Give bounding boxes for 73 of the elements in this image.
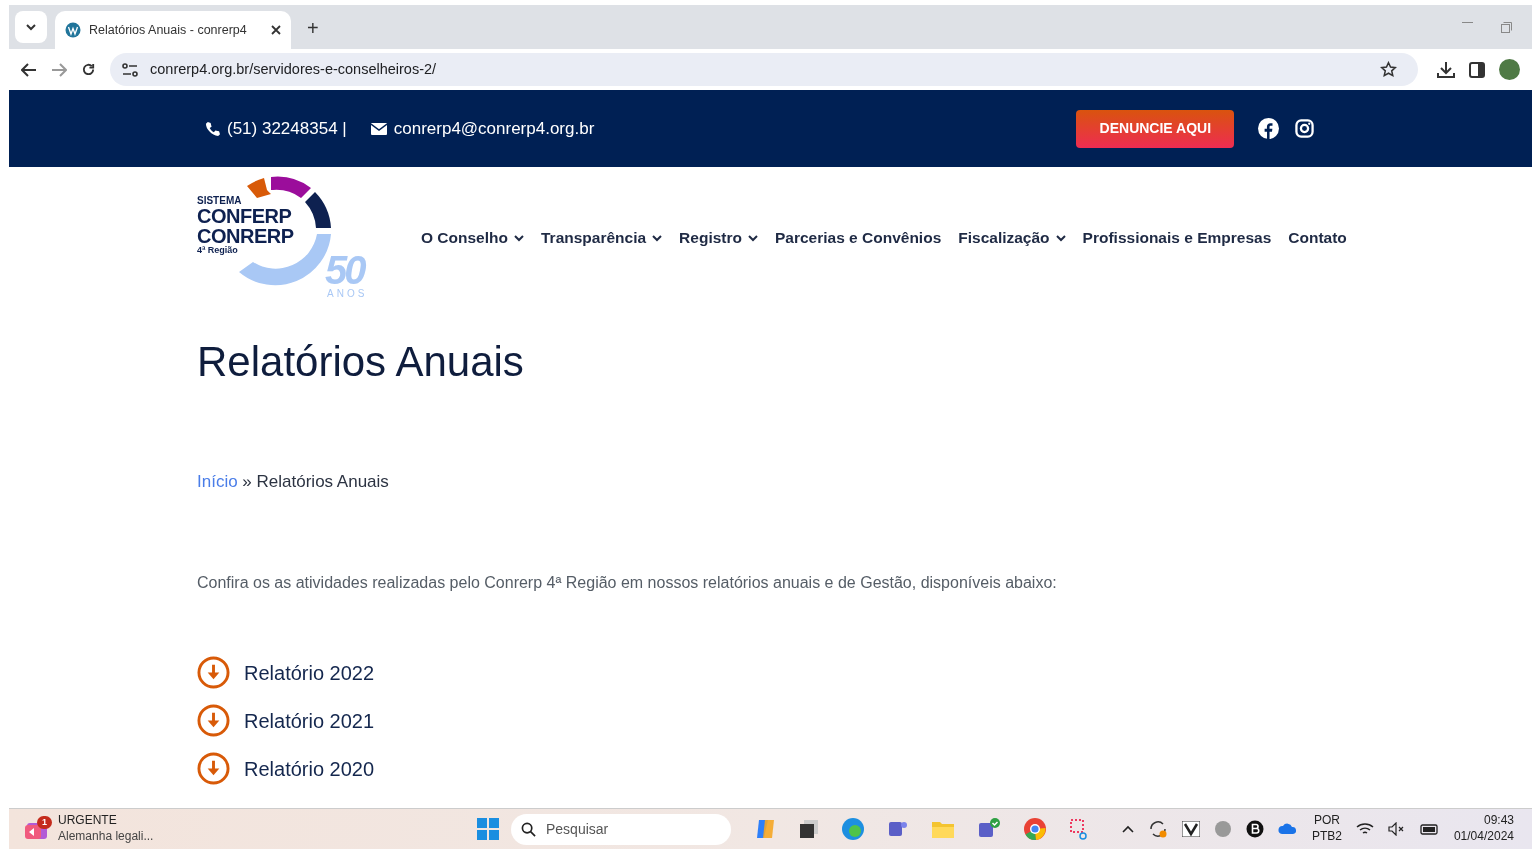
nav-menu-item[interactable]: Profissionais e Empresas [1082,226,1272,250]
page-title: Relatórios Anuais [197,337,525,387]
profile-avatar[interactable] [1499,59,1520,80]
site-settings-icon [122,62,138,77]
report-download-link[interactable]: Relatório 2020 [197,744,1532,793]
url-text: conrerp4.org.br/servidores-e-conselheiros-2/ [150,59,437,79]
logo-kicker: SISTEMA [197,196,243,206]
news-summary: Alemanha legali... [58,829,154,845]
cloud-sync-icon[interactable] [1277,821,1298,837]
close-icon[interactable] [271,25,281,35]
chevron-down-icon [514,234,524,242]
chrome-icon[interactable] [1023,817,1047,841]
nav-menu-item[interactable]: O Conselho [421,226,524,250]
nav-menu-item[interactable]: Contato [1288,226,1347,250]
facebook-icon[interactable] [1258,118,1280,139]
envelope-icon [370,122,387,135]
news-widget[interactable]: 1 URGENTE Alemanha legali... [9,813,477,845]
logo-wordmark: CONFERP [197,206,293,226]
instagram-icon[interactable] [1295,119,1315,138]
address-bar[interactable]: conrerp4.org.br/servidores-e-conselheiros-2/ [110,53,1418,86]
logo-wordmark: CONRERP [197,226,294,246]
browser-tab[interactable]: Relatórios Anuais - conrerp4 [55,11,291,49]
phone-icon [205,121,220,136]
side-panel-icon[interactable] [1469,61,1485,78]
chevron-down-icon [26,23,36,31]
sync-icon[interactable] [1147,819,1168,839]
chevron-down-icon [747,234,758,242]
wordpress-icon [65,22,81,38]
nav-menu-item[interactable]: Transparência [541,226,663,250]
windows-start-icon[interactable] [477,818,499,840]
download-circle-icon [197,752,230,786]
reload-icon[interactable] [81,62,96,77]
chevron-down-icon [652,234,663,242]
breadcrumb-separator: » [241,472,253,492]
battery-icon[interactable] [1419,822,1440,836]
v-app-icon[interactable] [1181,821,1200,837]
search-icon [521,821,536,837]
forward-arrow-icon[interactable] [51,62,67,77]
breadcrumb-home-link[interactable]: Início [197,472,238,492]
news-headline: URGENTE [58,813,118,829]
minimize-icon[interactable] [1462,21,1473,24]
star-icon[interactable] [1380,61,1397,78]
chevron-down-icon [1055,234,1066,242]
download-circle-icon [197,704,230,738]
logo-anniversary-label: ANOS [327,289,368,299]
conferp-conrerp-logo[interactable]: SISTEMA CONFERP CONRERP 4ª Região 50 ANOS [197,170,385,306]
keyboard-language-indicator[interactable]: POR PTB2 [1311,813,1342,845]
nav-menu-item[interactable]: Parcerias e Convênios [774,226,942,250]
tab-list-button[interactable] [15,11,47,43]
logo-region: 4ª Região [197,246,239,255]
report-download-link[interactable]: Relatório 2022 [197,648,1532,697]
wifi-icon[interactable] [1355,822,1374,836]
new-tab-button[interactable]: + [299,13,327,43]
download-circle-icon [197,656,230,690]
taskbar-search-field[interactable]: Pesquisar [511,813,731,845]
nav-menu-item[interactable]: Registro [679,226,758,250]
report-button[interactable]: DENUNCIE AQUI [1076,109,1235,148]
restore-icon[interactable] [1501,21,1512,33]
email-link[interactable]: conrerp4@conrerp4.org.br [370,115,595,142]
download-icon[interactable] [1437,61,1455,78]
speaker-muted-icon[interactable] [1387,822,1406,836]
logo-anniversary-number: 50 [325,250,364,290]
intro-paragraph: Confira os as atividades realizadas pelo Conrerp 4ª Região em nossos relatórios anuais e de Gestão, disponíveis abaixo: [197,572,1058,593]
phone-link[interactable]: (51) 32248354 | [205,115,347,142]
task-view-icon[interactable] [799,819,819,839]
b-app-icon[interactable] [1245,820,1264,838]
report-download-link[interactable]: Relatório 2021 [197,696,1532,745]
breadcrumb-current: Relatórios Anuais [256,472,389,492]
nav-menu-item[interactable]: Fiscalização [958,226,1066,250]
notification-badge: 1 [37,815,52,829]
chevron-up-icon[interactable] [1121,825,1134,833]
taskbar-clock[interactable]: 09:43 01/04/2024 [1453,813,1514,845]
back-arrow-icon[interactable] [21,62,37,77]
